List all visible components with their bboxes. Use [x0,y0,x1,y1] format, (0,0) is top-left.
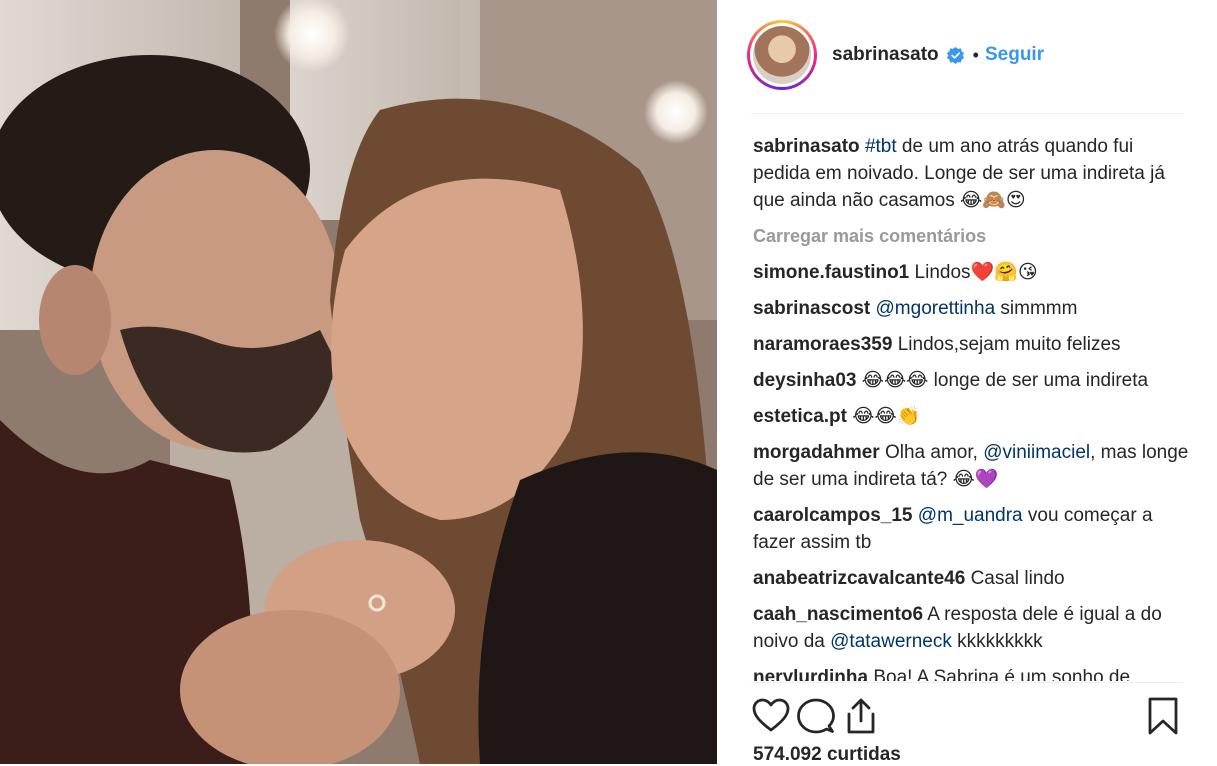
share-icon[interactable] [841,696,881,736]
comment-username[interactable]: simone.faustino1 [753,262,909,283]
separator-dot: • [972,44,979,65]
comment-text: 😂😂😂 longe de ser uma indireta [861,370,1149,391]
couple-kiss-photo [0,0,717,764]
comment-text: simmmm [1000,298,1078,319]
comment-text: kkkkkkkkk [957,631,1043,652]
comment-username[interactable]: caarolcampos_15 [753,505,913,526]
comment-text-prefix: Olha amor, [884,442,978,463]
comment-item: caah_nascimento6 A resposta dele é igual… [753,601,1189,655]
comment-bubble-icon[interactable] [796,696,836,736]
likes-count[interactable]: 574.092 curtidas [753,744,901,766]
comment-username[interactable]: naramoraes359 [753,334,892,355]
post-side-panel: sabrinasato • Seguir sabrinasato #tbt de… [717,0,1217,766]
comment-mention[interactable]: @m_uandra [918,505,1023,526]
comment-item: nerylurdinha Boa! A Sabrina é um sonho d… [753,664,1189,681]
post-photo[interactable] [0,0,717,764]
comment-item: naramoraes359 Lindos,sejam muito felizes [753,331,1189,358]
comment-item: morgadahmer Olha amor, @viniimaciel, mas… [753,439,1189,493]
header-divider [751,113,1183,114]
verified-badge-icon [946,46,964,64]
heart-icon[interactable] [751,696,791,736]
comment-text: Lindos❤️🤗😘 [914,262,1038,283]
comment-item: sabrinascost @mgorettinha simmmm [753,295,1189,322]
avatar-frame [750,23,814,87]
comment-text: Boa! A Sabrina é um sonho de [873,667,1131,681]
comment-username[interactable]: deysinha03 [753,370,857,391]
comment-username[interactable]: sabrinascost [753,298,870,319]
comment-mention[interactable]: @mgorettinha [876,298,996,319]
caption-username[interactable]: sabrinasato [753,136,860,157]
caption: sabrinasato #tbt de um ano atrás quando … [753,133,1189,214]
post-header: sabrinasato • Seguir [747,18,1183,92]
actions-divider [751,682,1183,683]
comment-text: Casal lindo [970,568,1065,589]
post-actions-bar [751,696,1183,736]
comment-item: caarolcampos_15 @m_uandra vou começar a … [753,502,1189,556]
comment-username[interactable]: nerylurdinha [753,667,868,681]
comment-text: 😂😂👏 [852,406,921,427]
comment-username[interactable]: anabeatrizcavalcante46 [753,568,965,589]
avatar-story-ring[interactable] [747,20,817,90]
bookmark-icon[interactable] [1143,696,1183,736]
comment-text: Lindos,sejam muito felizes [897,334,1121,355]
load-more-comments-button[interactable]: Carregar mais comentários [753,223,1189,250]
comment-item: deysinha03 😂😂😂 longe de ser uma indireta [753,367,1189,394]
follow-button[interactable]: Seguir [985,44,1044,66]
comments-list[interactable]: sabrinasato #tbt de um ano atrás quando … [753,133,1189,681]
avatar [753,26,811,84]
comment-item: estetica.pt 😂😂👏 [753,403,1189,430]
comment-item: anabeatrizcavalcante46 Casal lindo [753,565,1189,592]
comment-mention[interactable]: @tatawerneck [830,631,952,652]
comment-item: simone.faustino1 Lindos❤️🤗😘 [753,259,1189,286]
post-username[interactable]: sabrinasato [832,44,939,66]
comment-username[interactable]: caah_nascimento6 [753,604,923,625]
comment-mention[interactable]: @viniimaciel [983,442,1090,463]
caption-hashtag[interactable]: #tbt [865,136,897,157]
comment-username[interactable]: estetica.pt [753,406,847,427]
comment-username[interactable]: morgadahmer [753,442,880,463]
